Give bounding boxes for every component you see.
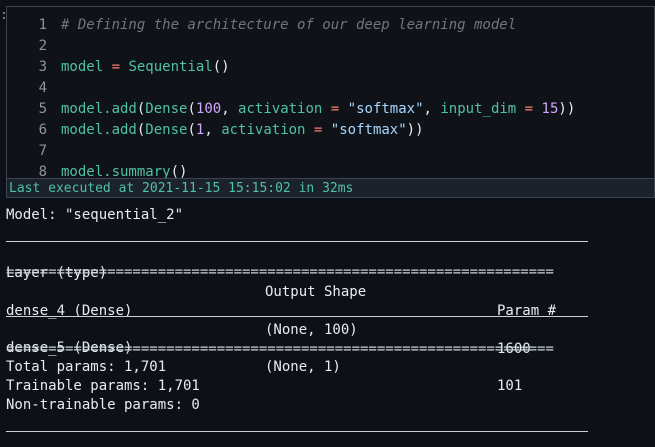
table-double-rule: ========================================…	[6, 345, 554, 353]
code-text: model = Sequential()	[61, 59, 230, 75]
cell-prompt: :	[0, 8, 8, 23]
comment-text: # Defining the architecture of our deep …	[61, 17, 517, 33]
model-name-line: Model: "sequential_2"	[6, 207, 184, 223]
line-number: 2	[38, 38, 47, 54]
table-bottom-rule	[6, 431, 588, 432]
line-number: 1	[38, 17, 47, 33]
trainable-params: Trainable params: 1,701	[6, 378, 200, 394]
row-divider	[6, 316, 588, 317]
line-number: 7	[38, 143, 47, 159]
code-text: model.add(Dense(1, activation = "softmax…	[61, 122, 424, 138]
code-cell[interactable]: 1 2 3 4 5 6 7 8 # Defining the architect…	[6, 6, 655, 198]
code-line-add-dense-100[interactable]: model.add(Dense(100, activation = "softm…	[61, 99, 575, 120]
line-number: 6	[38, 122, 47, 138]
cell-layer: dense_4 (Dense)	[6, 303, 133, 319]
line-number: 3	[38, 59, 47, 75]
total-params: Total params: 1,701	[6, 359, 167, 375]
code-line-add-dense-1[interactable]: model.add(Dense(1, activation = "softmax…	[61, 120, 424, 141]
non-trainable-params: Non-trainable params: 0	[6, 397, 200, 413]
line-number: 4	[38, 80, 47, 96]
code-line-model-def[interactable]: model = Sequential()	[61, 57, 230, 78]
table-double-rule: ========================================…	[6, 268, 554, 276]
code-text: model.add(Dense(100, activation = "softm…	[61, 101, 576, 117]
execution-status-bar: Last executed at 2021-11-15 15:15:02 in …	[7, 178, 654, 197]
line-number: 5	[38, 101, 47, 117]
table-top-rule	[6, 241, 588, 242]
code-line-comment[interactable]: # Defining the architecture of our deep …	[61, 15, 516, 36]
line-number-gutter: 1 2 3 4 5 6 7 8	[7, 7, 55, 180]
